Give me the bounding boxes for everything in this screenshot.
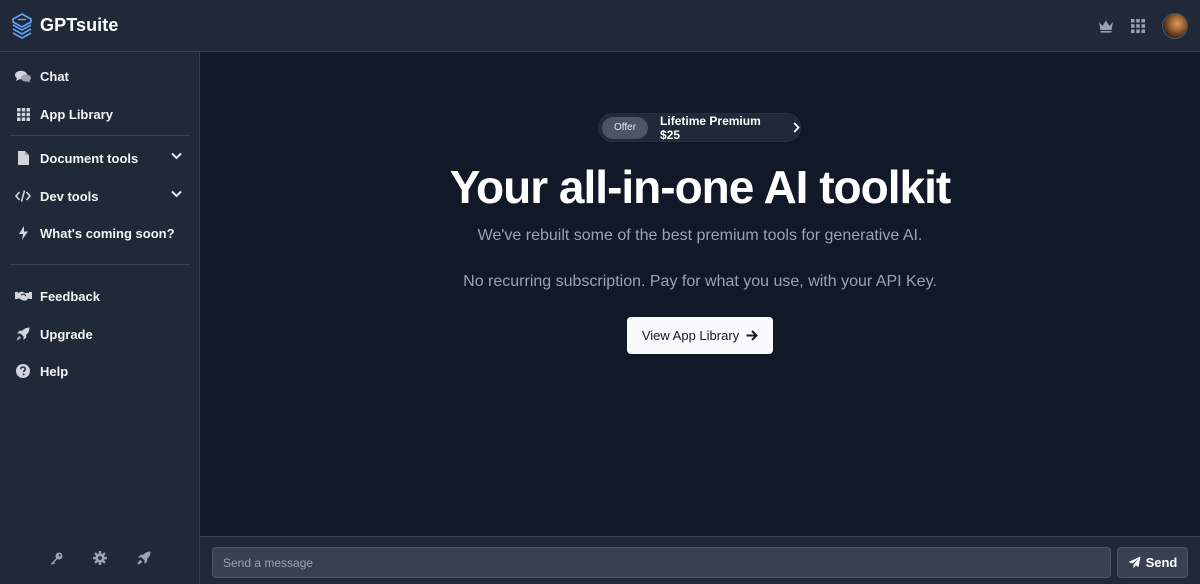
sidebar-item-app-library[interactable]: App Library: [10, 98, 190, 130]
sidebar-item-label: App Library: [40, 106, 113, 122]
document-icon: [14, 151, 32, 165]
rocket-icon[interactable]: [133, 547, 155, 569]
sidebar: Chat App Library Document tools Dev tool…: [0, 52, 200, 584]
send-button[interactable]: Send: [1117, 547, 1188, 578]
bolt-icon: [14, 226, 32, 240]
message-composer: Send: [200, 536, 1200, 584]
offer-text: Lifetime Premium $25: [660, 113, 761, 142]
sidebar-item-feedback[interactable]: Feedback: [10, 280, 190, 312]
sidebar-item-label: Dev tools: [40, 188, 99, 204]
hero-subtitle: We've rebuilt some of the best premium t…: [477, 227, 923, 244]
brand[interactable]: GPTsuite: [12, 12, 119, 39]
sidebar-item-help[interactable]: Help: [10, 355, 190, 387]
sidebar-divider: [10, 135, 190, 136]
sidebar-item-label: Chat: [40, 68, 69, 84]
sidebar-divider: [10, 264, 190, 265]
offer-tag: Offer: [602, 116, 649, 139]
sidebar-item-document-tools[interactable]: Document tools: [10, 142, 190, 174]
handshake-icon: [14, 290, 32, 302]
chevron-down-icon: [171, 190, 182, 198]
sidebar-item-label: Upgrade: [40, 326, 93, 342]
sidebar-item-label: What's coming soon?: [40, 225, 175, 241]
sidebar-item-label: Help: [40, 363, 69, 379]
apps-grid-icon[interactable]: [1122, 10, 1154, 42]
sidebar-item-upgrade[interactable]: Upgrade: [10, 318, 190, 350]
hero-subtitle-pricing: No recurring subscription. Pay for what …: [463, 273, 937, 290]
code-icon: [14, 190, 32, 202]
top-bar: GPTsuite: [0, 0, 1200, 52]
arrow-right-icon: [746, 330, 759, 341]
gptsuite-logo-icon: [12, 12, 32, 39]
grid-icon: [14, 107, 32, 121]
offer-banner[interactable]: Offer Lifetime Premium $25: [598, 113, 801, 142]
chat-icon: [14, 70, 32, 83]
main-content: Offer Lifetime Premium $25 Your all-in-o…: [200, 52, 1200, 536]
sidebar-item-whats-coming-soon[interactable]: What's coming soon?: [10, 217, 190, 249]
sidebar-item-label: Feedback: [40, 288, 100, 304]
question-icon: [14, 364, 32, 378]
key-icon[interactable]: [45, 547, 67, 569]
sidebar-item-dev-tools[interactable]: Dev tools: [10, 180, 190, 212]
cta-label: View App Library: [641, 328, 740, 343]
app-name: GPTsuite: [40, 15, 119, 35]
sidebar-item-chat[interactable]: Chat: [10, 60, 190, 92]
paper-plane-icon: [1128, 556, 1141, 569]
sidebar-footer: [0, 547, 200, 569]
view-app-library-button[interactable]: View App Library: [627, 317, 773, 354]
sidebar-item-label: Document tools: [40, 150, 139, 166]
crown-icon[interactable]: [1090, 10, 1122, 42]
chevron-down-icon: [171, 152, 182, 160]
message-input[interactable]: [212, 547, 1111, 578]
send-label: Send: [1145, 555, 1178, 570]
rocket-icon: [14, 327, 32, 341]
user-avatar[interactable]: [1162, 13, 1188, 39]
gear-icon[interactable]: [89, 547, 111, 569]
chevron-right-icon: [793, 122, 800, 133]
hero-title: Your all-in-one AI toolkit: [449, 161, 951, 213]
